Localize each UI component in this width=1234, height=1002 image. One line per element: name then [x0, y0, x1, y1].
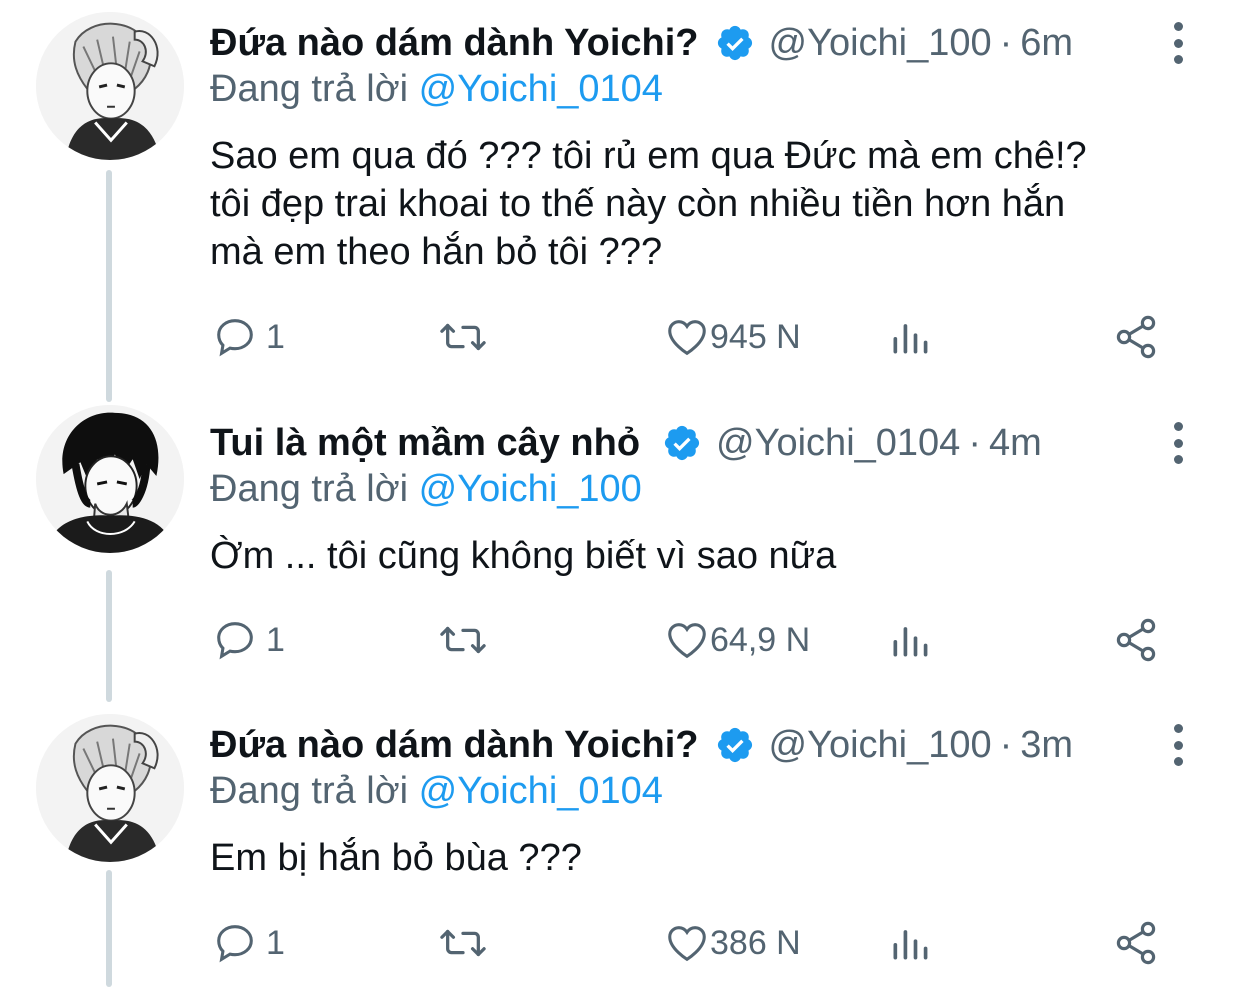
manga-boy-dark-hair-avatar: [36, 405, 184, 553]
tweet-actions: 1 945 N: [212, 312, 1172, 362]
tweet-thread: Đứa nào dám dành Yoichi? @Yoichi_100 · 6…: [0, 0, 1234, 987]
reply-button[interactable]: 1: [212, 312, 285, 362]
replying-to: Đang trả lời @Yoichi_100: [210, 468, 642, 511]
separator-dot: ·: [968, 421, 981, 464]
verified-badge-icon: [715, 23, 755, 63]
reply-icon: [217, 925, 253, 963]
timestamp[interactable]: 4m: [989, 422, 1042, 465]
separator-dot: ·: [999, 723, 1013, 766]
avatar[interactable]: [36, 405, 184, 553]
tweet-header: Đứa nào dám dành Yoichi? @Yoichi_100 · 6…: [210, 18, 1073, 68]
heart-icon: [668, 926, 706, 962]
display-name[interactable]: Đứa nào dám dành Yoichi?: [210, 22, 699, 65]
more-vertical-icon[interactable]: [1170, 724, 1186, 766]
more-vertical-icon[interactable]: [1170, 422, 1186, 464]
retweet-icon: [440, 929, 486, 957]
tweet[interactable]: Đứa nào dám dành Yoichi? @Yoichi_100 · 6…: [0, 0, 1234, 359]
analytics-icon: [893, 930, 928, 960]
reply-icon: [217, 622, 253, 660]
reply-count: 1: [266, 923, 285, 962]
analytics-icon: [893, 324, 928, 354]
retweet-icon: [440, 626, 486, 654]
user-handle[interactable]: @Yoichi_100: [769, 22, 992, 65]
reply-button[interactable]: 1: [212, 918, 285, 968]
replying-mention-link[interactable]: @Yoichi_100: [419, 468, 642, 510]
tweet-text: Em bị hắn bỏ bùa ???: [210, 837, 582, 879]
share-button[interactable]: [1112, 312, 1160, 362]
views-button[interactable]: [888, 615, 932, 665]
heart-icon: [668, 320, 706, 356]
verified-badge-icon: [715, 725, 755, 765]
manga-boy-light-hair-avatar: [36, 12, 184, 160]
tweet[interactable]: Tui là một mầm cây nhỏ @Yoichi_0104 · 4m…: [0, 400, 1234, 700]
replying-prefix: Đang trả lời: [210, 68, 409, 110]
share-icon: [1116, 315, 1156, 359]
views-button[interactable]: [888, 312, 932, 362]
replying-prefix: Đang trả lời: [210, 770, 409, 812]
share-icon: [1116, 618, 1156, 662]
retweet-button[interactable]: [438, 918, 488, 968]
replying-to: Đang trả lời @Yoichi_0104: [210, 68, 663, 111]
more-vertical-icon[interactable]: [1170, 22, 1186, 64]
tweet[interactable]: Đứa nào dám dành Yoichi? @Yoichi_100 · 3…: [0, 702, 1234, 1002]
analytics-icon: [893, 627, 928, 657]
like-button[interactable]: 64,9 N: [664, 615, 810, 665]
display-name[interactable]: Đứa nào dám dành Yoichi?: [210, 724, 699, 767]
like-count: 945 N: [710, 317, 801, 356]
retweet-icon: [440, 323, 486, 351]
heart-icon: [668, 623, 706, 659]
like-button[interactable]: 386 N: [664, 918, 801, 968]
separator-dot: ·: [999, 21, 1013, 64]
reply-count: 1: [266, 620, 285, 659]
replying-mention-link[interactable]: @Yoichi_0104: [419, 68, 663, 110]
retweet-button[interactable]: [438, 312, 488, 362]
timestamp[interactable]: 6m: [1020, 22, 1073, 65]
tweet-text: Sao em qua đó ??? tôi rủ em qua Đức mà e…: [210, 135, 1087, 273]
share-button[interactable]: [1112, 918, 1160, 968]
tweet-header: Tui là một mầm cây nhỏ @Yoichi_0104 · 4m: [210, 418, 1042, 468]
retweet-button[interactable]: [438, 615, 488, 665]
share-icon: [1116, 921, 1156, 965]
tweet-actions: 1 386 N: [212, 918, 1172, 968]
views-button[interactable]: [888, 918, 932, 968]
share-button[interactable]: [1112, 615, 1160, 665]
like-button[interactable]: 945 N: [664, 312, 801, 362]
like-count: 386 N: [710, 923, 801, 962]
user-handle[interactable]: @Yoichi_0104: [716, 422, 960, 465]
tweet-text: Ờm ... tôi cũng không biết vì sao nữa: [210, 535, 837, 577]
reply-icon: [217, 319, 253, 357]
like-count: 64,9 N: [710, 620, 811, 659]
replying-to: Đang trả lời @Yoichi_0104: [210, 770, 663, 813]
avatar[interactable]: [36, 714, 184, 862]
reply-count: 1: [266, 317, 285, 356]
verified-badge-icon: [662, 423, 702, 463]
replying-mention-link[interactable]: @Yoichi_0104: [419, 770, 663, 812]
tweet-actions: 1 64,9 N: [212, 615, 1172, 665]
reply-button[interactable]: 1: [212, 615, 285, 665]
avatar[interactable]: [36, 12, 184, 160]
user-handle[interactable]: @Yoichi_100: [769, 724, 992, 767]
replying-prefix: Đang trả lời: [210, 468, 409, 510]
manga-boy-light-hair-avatar: [36, 714, 184, 862]
display-name[interactable]: Tui là một mầm cây nhỏ: [210, 422, 640, 465]
tweet-header: Đứa nào dám dành Yoichi? @Yoichi_100 · 3…: [210, 720, 1073, 770]
timestamp[interactable]: 3m: [1020, 724, 1073, 767]
